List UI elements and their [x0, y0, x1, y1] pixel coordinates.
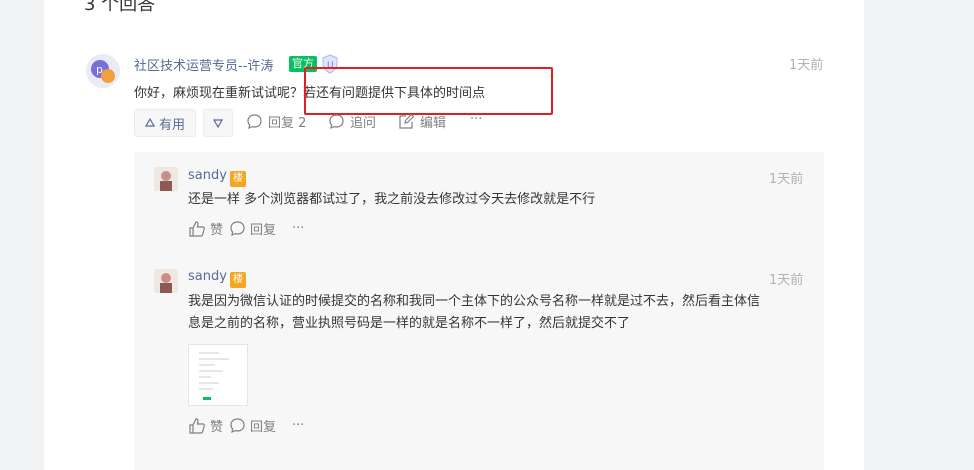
official-avatar[interactable]: p: [86, 54, 120, 88]
like-button[interactable]: 赞: [188, 219, 223, 238]
highlight-box: [304, 67, 553, 115]
reply-text-line-1: 我是因为微信认证的时候提交的名称和我同一个主体下的公众号名称一样就是过不去，然后…: [188, 294, 761, 309]
reply-author[interactable]: sandy: [188, 269, 227, 284]
triangle-down-icon: [213, 118, 223, 128]
edit-icon: [398, 113, 415, 130]
like-button[interactable]: 赞: [188, 416, 223, 435]
reply-button[interactable]: 回复: [229, 416, 276, 435]
like-label: 赞: [210, 420, 224, 435]
reply-avatar[interactable]: [154, 269, 178, 293]
floor-badge: 楼: [230, 171, 246, 187]
useful-label: 有用: [158, 117, 185, 133]
more-button[interactable]: ···: [470, 112, 482, 127]
answers-count: 3 个回答: [84, 0, 156, 15]
reply-button[interactable]: 回复: [229, 219, 276, 238]
answer-time: 1天前: [789, 58, 824, 73]
comment-icon: [229, 220, 246, 237]
reply-label: 回复: [250, 223, 277, 238]
reply-text: 还是一样 多个浏览器都试过了，我之前没去修改过今天去修改就是不行: [188, 192, 596, 207]
edit-label: 编辑: [420, 116, 447, 131]
answer-author[interactable]: 社区技术运营专员--许涛: [134, 55, 273, 74]
followup-label: 追问: [350, 116, 377, 131]
thumb-up-icon: [188, 220, 206, 238]
reply-actions: 赞 回复 ···: [188, 416, 304, 435]
useful-button[interactable]: 有用: [134, 109, 196, 137]
more-button[interactable]: ···: [292, 418, 304, 433]
followup-link[interactable]: 追问: [328, 112, 376, 131]
floor-badge: 楼: [230, 272, 246, 288]
comment-icon: [246, 113, 263, 130]
comment-icon: [229, 417, 246, 434]
reply-time: 1天前: [769, 172, 804, 187]
triangle-up-icon: [144, 118, 155, 128]
not-useful-button[interactable]: [203, 109, 233, 137]
thumb-up-icon: [188, 417, 206, 435]
comment-icon: [328, 113, 345, 130]
reply-time: 1天前: [769, 273, 804, 288]
reply-link[interactable]: 回复 2: [246, 112, 306, 131]
like-label: 赞: [210, 223, 224, 238]
attachment-thumbnail[interactable]: [188, 344, 248, 406]
reply-avatar[interactable]: [154, 167, 178, 191]
reply-author[interactable]: sandy: [188, 168, 227, 183]
more-button[interactable]: ···: [292, 221, 304, 236]
reply-label: 回复: [250, 420, 277, 435]
svg-text:p: p: [96, 63, 103, 76]
reply-text-line-2: 息是之前的名称，营业执照号码是一样的就是名称不一样了，然后就提交不了: [188, 316, 631, 331]
reply-actions: 赞 回复 ···: [188, 219, 304, 238]
edit-link[interactable]: 编辑: [398, 112, 446, 131]
reply-label: 回复 2: [268, 116, 307, 131]
